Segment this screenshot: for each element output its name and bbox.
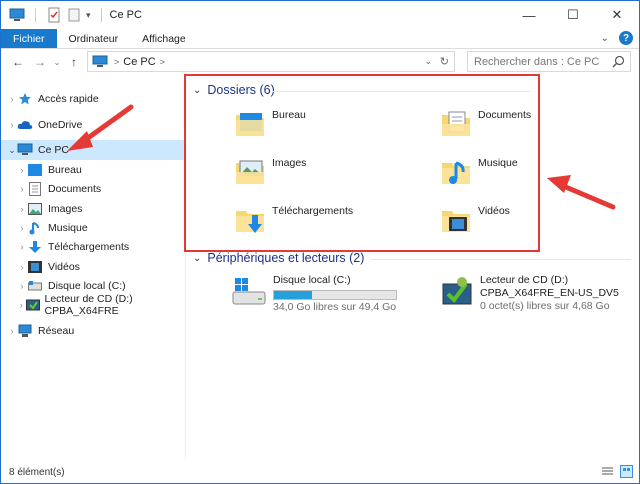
status-bar: 8 élément(s) bbox=[1, 461, 639, 483]
arrow-icon bbox=[547, 175, 616, 210]
tiles-view-icon[interactable] bbox=[620, 465, 633, 478]
details-view-icon[interactable] bbox=[601, 465, 614, 478]
arrow-icon bbox=[67, 104, 134, 151]
item-count: 8 élément(s) bbox=[9, 466, 65, 478]
annotation-arrows bbox=[67, 104, 616, 210]
explorer-window: ▾ Ce PC — ☐ ✕ Fichier Ordinateur Afficha… bbox=[0, 0, 640, 484]
